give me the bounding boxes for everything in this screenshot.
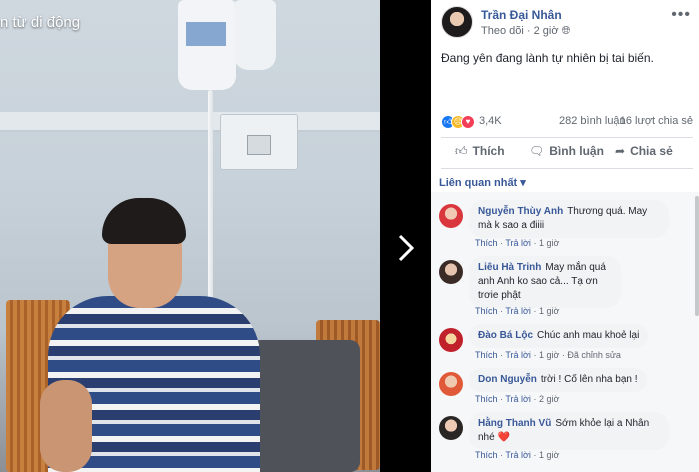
commenter-avatar[interactable] xyxy=(439,260,463,284)
next-photo-button[interactable] xyxy=(392,232,420,268)
comment-reply-link[interactable]: Trả lời xyxy=(505,350,531,360)
comment-count[interactable]: 282 bình luận xyxy=(559,115,626,127)
commenter-avatar[interactable] xyxy=(439,372,463,396)
post-text: Đang yên đang lành tự nhiên bị tai biến. xyxy=(441,51,654,65)
meta-separator: · xyxy=(526,25,534,37)
comment-reply-link[interactable]: Trả lời xyxy=(505,306,531,316)
follow-link[interactable]: Theo dõi xyxy=(481,25,524,37)
comment-like-link[interactable]: Thích xyxy=(475,394,498,404)
comment-actions: Thích · Trả lời · 1 giờ xyxy=(475,450,560,460)
photo-viewer: n từ di động xyxy=(0,0,431,472)
post-photo[interactable]: n từ di động xyxy=(0,0,380,472)
comment-icon: 🗨︎ xyxy=(529,144,545,158)
iv-bag-label xyxy=(186,22,226,46)
share-button[interactable]: ➦ Chia sẻ xyxy=(615,144,673,158)
comment-reply-link[interactable]: Trả lời xyxy=(505,394,531,404)
comment-actions: Thích · Trả lời · 1 giờ · Đã chỉnh sửa xyxy=(475,350,621,360)
person-hair xyxy=(102,198,186,244)
pillow xyxy=(250,340,360,472)
post-time[interactable]: 2 giờ xyxy=(534,25,559,37)
commenter-name[interactable]: Đào Bá Lộc xyxy=(478,330,533,341)
commenter-name[interactable]: Hằng Thanh Vũ xyxy=(478,418,551,429)
commenter-name[interactable]: Don Nguyễn xyxy=(478,374,537,385)
like-label: Thích xyxy=(472,144,505,158)
post-stats: 👍︎ ☹ ♥ 3,4K 282 bình luận 16 lượt chia s… xyxy=(441,114,693,132)
comment-bubble: Đào Bá Lộc Chúc anh mau khoẻ lại xyxy=(469,324,649,348)
divider xyxy=(441,137,693,138)
globe-icon: 🌐︎ xyxy=(561,25,571,37)
wall-socket xyxy=(220,114,298,170)
comment-bubble: Liêu Hà Trinh May mắn quá anh Anh ko sao … xyxy=(469,256,621,308)
chevron-right-icon xyxy=(398,234,415,262)
comment-actions: Thích · Trả lời · 1 giờ xyxy=(475,238,560,248)
reaction-count[interactable]: 3,4K xyxy=(479,115,502,127)
comment-bubble: Hằng Thanh Vũ Sớm khỏe lại a Nhân nhé ❤️ xyxy=(469,412,669,450)
comment-time[interactable]: 1 giờ xyxy=(539,450,559,460)
commenter-name[interactable]: Liêu Hà Trinh xyxy=(478,262,541,273)
comment-sort-dropdown[interactable]: Liên quan nhất ▾ xyxy=(439,176,526,189)
wall-panel xyxy=(0,112,380,132)
share-label: Chia sẻ xyxy=(630,144,673,158)
comment-text: Chúc anh mau khoẻ lại xyxy=(537,330,640,341)
comment-like-link[interactable]: Thích xyxy=(475,238,498,248)
commenter-avatar[interactable] xyxy=(439,204,463,228)
comment-text: trời ! Cố lên nha bạn ! xyxy=(540,374,638,385)
reaction-icons[interactable]: 👍︎ ☹ ♥ xyxy=(441,115,481,129)
caret-down-icon: ▾ xyxy=(520,177,526,189)
comment-like-link[interactable]: Thích xyxy=(475,306,498,316)
iv-bag-secondary xyxy=(234,0,276,70)
comment-actions: Thích · Trả lời · 2 giờ xyxy=(475,394,560,404)
post-meta: Theo dõi · 2 giờ 🌐︎ xyxy=(481,25,570,38)
more-options-icon[interactable]: ••• xyxy=(671,6,691,24)
comment-edited[interactable]: Đã chỉnh sửa xyxy=(567,350,621,360)
comment-time[interactable]: 1 giờ xyxy=(539,350,559,360)
comment-bubble: Nguyễn Thùy Anh Thương quá. May mà k sao … xyxy=(469,200,669,238)
comment-time[interactable]: 1 giờ xyxy=(539,306,559,316)
comments-list: Nguyễn Thùy Anh Thương quá. May mà k sao … xyxy=(431,192,699,472)
comment-button[interactable]: 🗨︎ Bình luận xyxy=(529,144,604,158)
comment-like-link[interactable]: Thích xyxy=(475,450,498,460)
comment-like-link[interactable]: Thích xyxy=(475,350,498,360)
like-button[interactable]: 👍︎ Thích xyxy=(455,144,505,159)
commenter-avatar[interactable] xyxy=(439,416,463,440)
commenter-name[interactable]: Nguyễn Thùy Anh xyxy=(478,206,563,217)
person-arm xyxy=(40,380,92,472)
sort-label: Liên quan nhất xyxy=(439,177,518,189)
socket-inner xyxy=(247,135,271,155)
love-reaction-icon: ♥ xyxy=(461,115,475,129)
comment-reply-link[interactable]: Trả lời xyxy=(505,450,531,460)
divider xyxy=(441,168,693,169)
comment-bubble: Don Nguyễn trời ! Cố lên nha bạn ! xyxy=(469,368,647,392)
post-actions: 👍︎ Thích 🗨︎ Bình luận ➦ Chia sẻ xyxy=(441,142,693,164)
comment-actions: Thích · Trả lời · 1 giờ xyxy=(475,306,560,316)
comment-label: Bình luận xyxy=(549,144,604,158)
comment-time[interactable]: 1 giờ xyxy=(539,238,559,248)
share-icon: ➦ xyxy=(615,144,626,158)
comment-reply-link[interactable]: Trả lời xyxy=(505,238,531,248)
thumbs-up-icon: 👍︎ xyxy=(455,144,468,158)
author-avatar[interactable] xyxy=(441,6,473,38)
comments-scrollbar[interactable] xyxy=(695,196,699,316)
share-count[interactable]: 16 lượt chia sẻ xyxy=(620,115,693,127)
post-header: Trần Đại Nhân Theo dõi · 2 giờ 🌐︎ ••• xyxy=(441,6,691,40)
commenter-avatar[interactable] xyxy=(439,328,463,352)
comment-time[interactable]: 2 giờ xyxy=(539,394,559,404)
author-name[interactable]: Trần Đại Nhân xyxy=(481,8,562,22)
post-side-panel: Trần Đại Nhân Theo dõi · 2 giờ 🌐︎ ••• Đa… xyxy=(431,0,699,472)
photo-caption-fragment: n từ di động xyxy=(0,14,81,31)
